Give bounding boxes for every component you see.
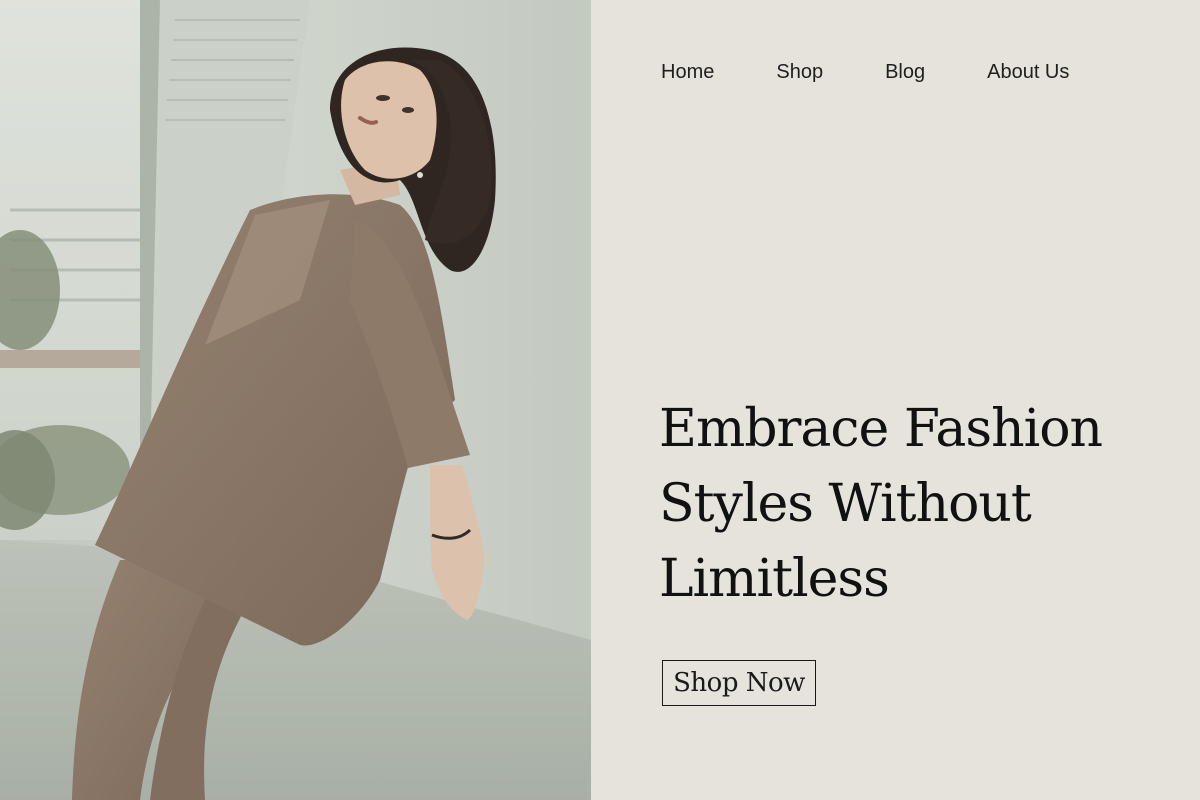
model-photo-illustration xyxy=(0,0,591,800)
nav-link-home[interactable]: Home xyxy=(661,58,714,86)
hero-content: Home Shop Blog About Us Embrace Fashion … xyxy=(591,0,1200,800)
shop-now-button[interactable]: Shop Now xyxy=(662,660,816,706)
hero-headline-line-1: Embrace Fashion xyxy=(659,399,1103,459)
nav-link-about-us[interactable]: About Us xyxy=(987,58,1069,86)
hero-headline-line-2: Styles Without xyxy=(659,474,1032,534)
hero-headline-line-3: Limitless xyxy=(659,549,890,609)
hero-photo xyxy=(0,0,591,800)
landing-page: Home Shop Blog About Us Embrace Fashion … xyxy=(0,0,1200,800)
hero-headline: Embrace Fashion Styles Without Limitless xyxy=(659,392,1179,617)
main-navigation: Home Shop Blog About Us xyxy=(661,58,1069,86)
nav-link-blog[interactable]: Blog xyxy=(885,58,925,86)
nav-link-shop[interactable]: Shop xyxy=(776,58,823,86)
